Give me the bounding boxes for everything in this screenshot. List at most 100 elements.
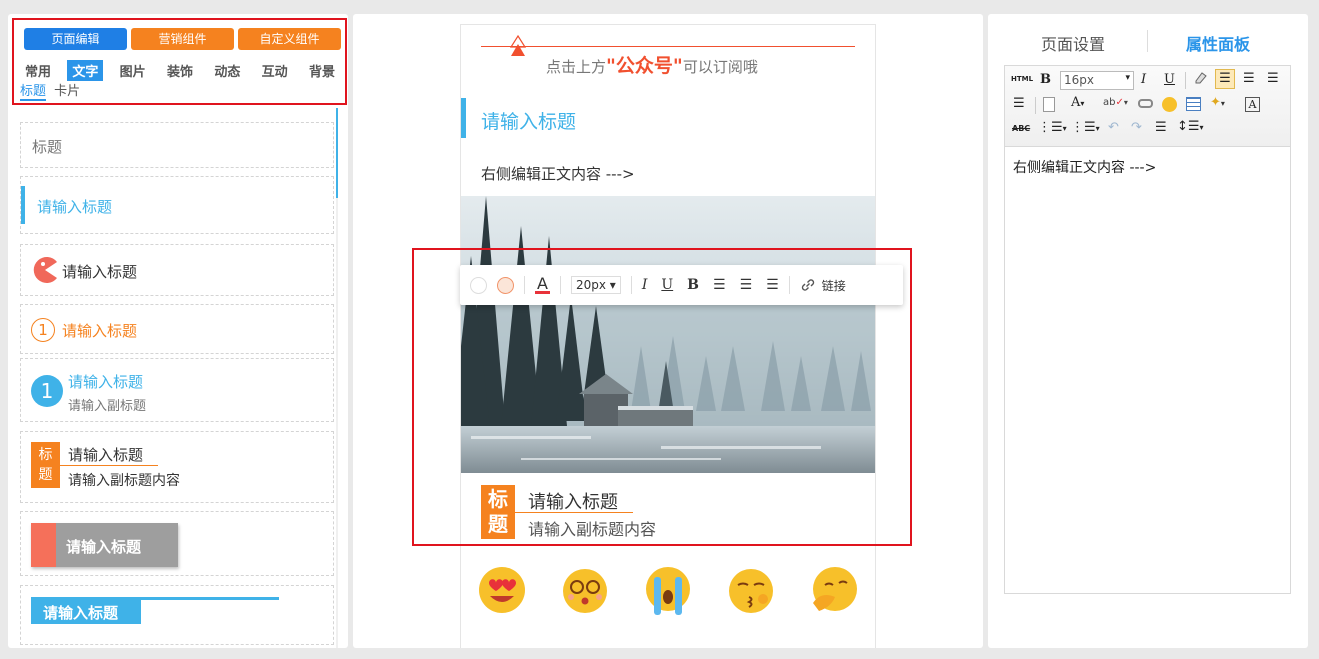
bg-color-white-swatch[interactable] <box>470 276 487 294</box>
strikethrough-icon[interactable]: ABC <box>1012 124 1030 133</box>
line-height-icon[interactable]: ↕☰▾ <box>1177 119 1204 134</box>
text-box-icon[interactable]: A <box>1245 97 1260 112</box>
link-icon[interactable] <box>800 277 816 293</box>
category-tab-interaction[interactable]: 互动 <box>257 60 293 81</box>
component-label: 请输入标题 <box>37 198 113 216</box>
blue-bar-decoration <box>461 98 466 138</box>
component-gray-block-title[interactable]: 请输入标题 <box>20 511 334 576</box>
category-tab-common[interactable]: 常用 <box>20 60 56 81</box>
settings-panel: 页面设置 属性面板 HTML B 16px ▾ I U ☰ ☰ ☰ ☰ A▾ a… <box>988 14 1308 648</box>
subtab-card[interactable]: 卡片 <box>54 84 80 99</box>
toolbar-divider <box>559 276 561 294</box>
new-page-icon[interactable] <box>1043 97 1055 112</box>
crying-emoji-icon[interactable] <box>644 565 692 617</box>
component-label: 请输入标题 <box>43 604 119 622</box>
page-edit-button[interactable]: 页面编辑 <box>24 28 127 50</box>
component-list-scroll-thumb[interactable] <box>336 108 338 198</box>
orange-underline <box>60 465 158 466</box>
link-label[interactable]: 链接 <box>822 277 846 294</box>
component-plain-title[interactable]: 标题 <box>20 122 334 168</box>
tab-properties[interactable]: 属性面板 <box>1186 31 1250 55</box>
component-label: 请输入标题 <box>68 446 144 464</box>
banner-line <box>481 46 855 47</box>
preview-title-block[interactable]: 请输入标题 <box>461 98 875 138</box>
emoji-row <box>461 565 875 625</box>
heart-eyes-emoji-icon[interactable] <box>477 565 527 615</box>
preview-panel: 点击上方"公众号"可以订阅哦 请输入标题 右侧编辑正文内容 ---> 标 题 请… <box>353 14 983 648</box>
magic-wand-icon[interactable]: ✦▾ <box>1210 95 1225 110</box>
align-right-icon[interactable]: ☰ <box>1267 71 1279 86</box>
orange-tag-char: 标 <box>38 447 53 463</box>
preview-title: 请输入标题 <box>481 111 577 133</box>
orange-tag-char: 题 <box>38 467 53 483</box>
component-blue-tab-title[interactable]: 请输入标题 <box>20 585 334 645</box>
category-tab-image[interactable]: 图片 <box>115 60 151 81</box>
align-center-icon[interactable]: ☰ <box>740 277 753 293</box>
undo-icon[interactable]: ↶ <box>1108 120 1119 135</box>
bold-icon[interactable]: B <box>1040 72 1051 87</box>
tab-divider <box>1147 30 1148 52</box>
component-pacman-title[interactable]: 请输入标题 <box>20 244 334 296</box>
italic-icon[interactable]: I <box>1141 72 1146 87</box>
editor-toolbar: HTML B 16px ▾ I U ☰ ☰ ☰ ☰ A▾ ab✓▾ ✦▾ A A… <box>1005 66 1290 147</box>
chevron-down-icon: ▾ <box>609 278 616 292</box>
underline-icon[interactable]: U <box>661 277 673 293</box>
component-panel: 页面编辑 营销组件 自定义组件 常用 文字 图片 装饰 动态 互动 背景 标题 … <box>8 14 348 648</box>
table-icon[interactable] <box>1186 97 1201 111</box>
preview-body-text[interactable]: 右侧编辑正文内容 ---> <box>481 163 635 184</box>
toolbar-divider <box>630 276 632 294</box>
category-tab-dynamic[interactable]: 动态 <box>209 60 245 81</box>
editor-content[interactable]: 右侧编辑正文内容 ---> <box>1005 147 1290 187</box>
tab-page-settings[interactable]: 页面设置 <box>1041 31 1105 55</box>
component-label: 标题 <box>32 138 63 156</box>
underline-icon[interactable]: U <box>1164 72 1175 87</box>
orange-accent-bar <box>31 523 56 567</box>
component-label: 请输入标题 <box>62 263 138 281</box>
font-color-icon[interactable]: A <box>535 276 550 294</box>
ordered-list-icon[interactable]: ⋮☰▾ <box>1038 120 1067 135</box>
category-tabs: 常用 文字 图片 装饰 动态 互动 背景 <box>20 60 340 81</box>
component-circle-number-title[interactable]: 1 请输入标题 <box>20 304 334 354</box>
gray-block-decoration: 请输入标题 <box>31 523 178 567</box>
component-blue-bar-title[interactable]: 请输入标题 <box>20 176 334 234</box>
marketing-components-button[interactable]: 营销组件 <box>131 28 234 50</box>
spellcheck-icon[interactable]: ab✓▾ <box>1103 97 1128 108</box>
html-source-icon[interactable]: HTML <box>1011 75 1033 83</box>
font-color-icon[interactable]: A▾ <box>1071 95 1084 110</box>
category-tab-text[interactable]: 文字 <box>67 60 104 81</box>
orange-tag-block: 标 题 <box>31 442 60 488</box>
follow-highlight: "公众号" <box>606 55 683 77</box>
redo-icon[interactable]: ↷ <box>1131 120 1142 135</box>
chevron-down-icon: ▾ <box>1125 73 1130 83</box>
triangle-arrow-icon <box>510 35 526 56</box>
bg-color-orange-swatch[interactable] <box>497 276 514 294</box>
kiss-emoji-icon[interactable] <box>727 567 775 615</box>
unordered-list-icon[interactable]: ⋮☰▾ <box>1071 120 1100 135</box>
subtab-title[interactable]: 标题 <box>20 84 47 101</box>
font-size-select[interactable]: 16px ▾ <box>1060 71 1134 90</box>
circled-number-one-icon: 1 <box>31 318 55 342</box>
component-sublabel: 请输入副标题内容 <box>68 473 180 489</box>
align-left-icon[interactable]: ☰ <box>1215 69 1235 89</box>
dizzy-emoji-icon[interactable] <box>561 567 609 615</box>
indent-icon[interactable]: ☰ <box>1155 120 1167 135</box>
component-label: 请输入标题 <box>66 538 142 556</box>
emoji-icon[interactable] <box>1162 97 1177 112</box>
eraser-icon[interactable] <box>1193 70 1208 85</box>
bold-icon[interactable]: B <box>687 277 699 293</box>
custom-components-button[interactable]: 自定义组件 <box>238 28 341 50</box>
align-right-icon[interactable]: ☰ <box>766 277 779 293</box>
category-tab-decoration[interactable]: 装饰 <box>162 60 198 81</box>
font-size-select[interactable]: 20px ▾ <box>570 276 621 294</box>
category-tab-background[interactable]: 背景 <box>304 60 340 81</box>
align-left-icon[interactable]: ☰ <box>713 277 726 293</box>
justify-icon[interactable]: ☰ <box>1013 96 1025 111</box>
thinking-emoji-icon[interactable] <box>809 565 859 615</box>
italic-icon[interactable]: I <box>642 277 648 293</box>
follow-banner[interactable]: 点击上方"公众号"可以订阅哦 <box>481 35 855 77</box>
component-blue-circle-title[interactable]: 1 请输入标题 请输入副标题 <box>20 358 334 422</box>
blue-bar-decoration <box>21 186 25 224</box>
link-icon[interactable] <box>1138 99 1153 108</box>
align-center-icon[interactable]: ☰ <box>1243 71 1255 86</box>
component-orange-tag-title[interactable]: 标 题 请输入标题 请输入副标题内容 <box>20 431 334 503</box>
